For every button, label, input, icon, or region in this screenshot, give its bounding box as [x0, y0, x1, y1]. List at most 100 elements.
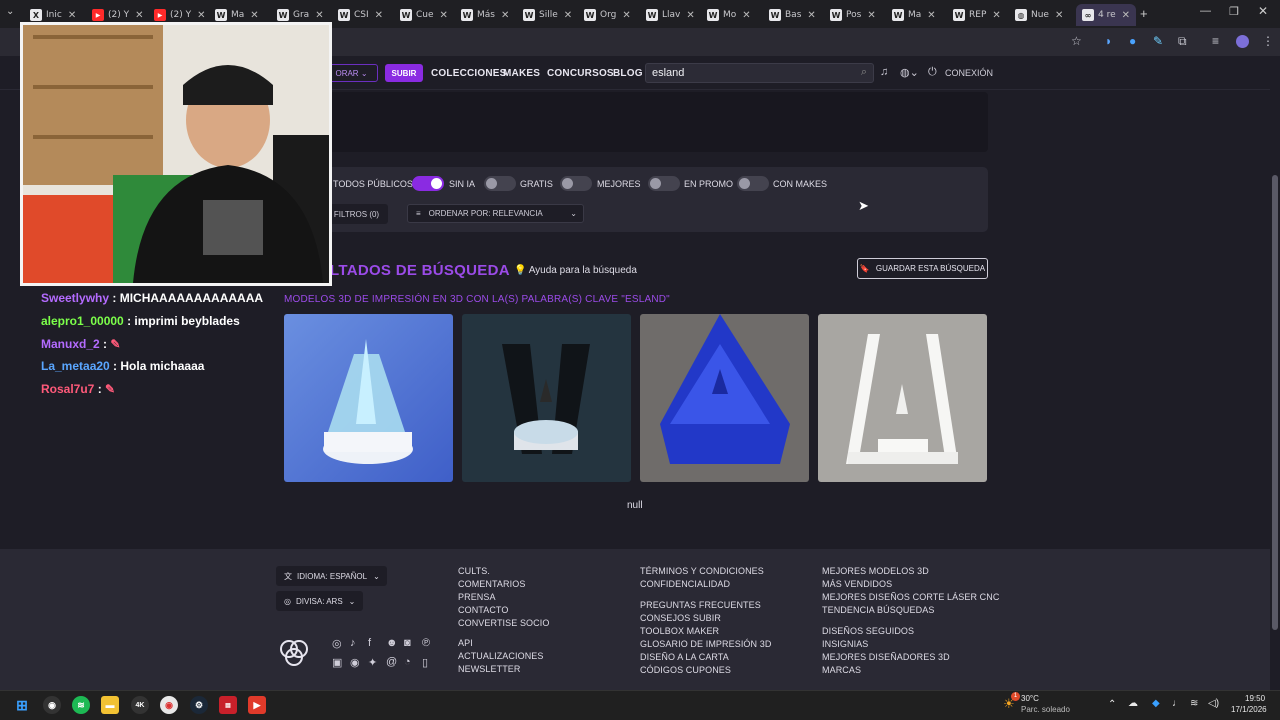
nav-blog[interactable]: BLOG: [613, 68, 643, 79]
toggle-no-ai[interactable]: [412, 176, 444, 191]
search-icon[interactable]: ⌕: [861, 66, 867, 79]
footer-link[interactable]: PRENSA: [458, 592, 496, 602]
close-tab-icon[interactable]: ✕: [250, 10, 258, 21]
browser-tab[interactable]: W Sille ✕: [523, 4, 572, 26]
tray-app-icon[interactable]: ☁: [1128, 698, 1138, 709]
tab-list-chevron-icon[interactable]: ⌄: [6, 6, 14, 17]
footer-link[interactable]: TENDENCIA BÚSQUEDAS: [822, 605, 934, 615]
browser-menu-icon[interactable]: ⋮: [1262, 34, 1274, 48]
result-card[interactable]: [818, 314, 987, 482]
microphone-icon[interactable]: ♩: [1172, 698, 1182, 709]
close-tab-icon[interactable]: ✕: [867, 10, 875, 21]
footer-link[interactable]: CONVERTISE SOCIO: [458, 618, 549, 628]
media-controls-icon[interactable]: ≡: [1212, 34, 1219, 48]
discord-icon[interactable]: ◙: [404, 637, 411, 649]
clock-date[interactable]: 17/1/2026: [1231, 705, 1267, 714]
result-card[interactable]: [640, 314, 809, 482]
footer-link[interactable]: CÓDIGOS CUPONES: [640, 665, 731, 675]
footer-link[interactable]: MÁS VENDIDOS: [822, 579, 892, 589]
app-icon[interactable]: ▤: [219, 696, 237, 714]
clock-time[interactable]: 19:50: [1245, 694, 1265, 703]
close-tab-icon[interactable]: ✕: [927, 10, 935, 21]
browser-tab[interactable]: W Más ✕: [461, 4, 509, 26]
minimize-button[interactable]: —: [1200, 5, 1211, 17]
footer-link[interactable]: MEJORES DISEÑADORES 3D: [822, 652, 950, 662]
browser-tab[interactable]: W Mo ✕: [707, 4, 751, 26]
login-link[interactable]: CONEXIÓN: [945, 68, 993, 78]
footer-link[interactable]: API: [458, 638, 473, 648]
bookmark-star-icon[interactable]: ☆: [1071, 34, 1082, 48]
close-tab-icon[interactable]: ✕: [1055, 10, 1063, 21]
browser-tab[interactable]: W Pos ✕: [830, 4, 876, 26]
instagram-icon[interactable]: ◎: [332, 637, 342, 650]
close-tab-icon[interactable]: ✕: [742, 10, 750, 21]
browser-tab[interactable]: ◍ Nue ✕: [1015, 4, 1063, 26]
save-search-button[interactable]: 🔖 GUARDAR ESTA BÚSQUEDA: [857, 258, 988, 279]
footer-link[interactable]: TOOLBOX MAKER: [640, 626, 719, 636]
upload-button[interactable]: SUBIR: [385, 64, 423, 82]
filters-button[interactable]: FILTROS (0): [325, 204, 388, 224]
footer-link[interactable]: COMENTARIOS: [458, 579, 525, 589]
puzzle-extensions-icon[interactable]: ⧉: [1178, 34, 1187, 49]
profile-avatar[interactable]: [1236, 35, 1249, 48]
wifi-icon[interactable]: ≋: [1190, 698, 1198, 709]
browser-tab[interactable]: W Bas ✕: [769, 4, 816, 26]
close-tab-icon[interactable]: ✕: [622, 10, 630, 21]
volume-icon[interactable]: ◁): [1208, 698, 1219, 709]
result-card[interactable]: [284, 314, 453, 482]
result-card[interactable]: [462, 314, 631, 482]
close-tab-icon[interactable]: ✕: [135, 10, 143, 21]
language-select[interactable]: 文 IDIOMA: ESPAÑOL ⌄: [276, 566, 387, 586]
spotify-icon[interactable]: ≋: [72, 696, 90, 714]
close-tab-icon[interactable]: ✕: [564, 10, 572, 21]
nav-makes[interactable]: MAKES: [503, 68, 540, 79]
browser-tab[interactable]: W Cue ✕: [400, 4, 448, 26]
search-help-link[interactable]: 💡 Ayuda para la búsqueda: [514, 265, 637, 276]
footer-link[interactable]: MEJORES MODELOS 3D: [822, 566, 929, 576]
browser-tab[interactable]: W REP ✕: [953, 4, 1001, 26]
footer-link[interactable]: CONFIDENCIALIDAD: [640, 579, 730, 589]
explore-button[interactable]: ORAR ⌄: [325, 64, 378, 82]
close-tab-icon[interactable]: ✕: [686, 10, 694, 21]
app-icon[interactable]: ▶: [248, 696, 266, 714]
app-icon[interactable]: ◉: [43, 696, 61, 714]
sort-select[interactable]: ≡ ORDENAR POR: RELEVANCIA ⌄: [407, 204, 584, 223]
toggle-best[interactable]: [560, 176, 592, 191]
footer-link[interactable]: DISEÑO A LA CARTA: [640, 652, 729, 662]
browser-tab[interactable]: W Ma ✕: [892, 4, 936, 26]
maximize-button[interactable]: ❐: [1229, 5, 1239, 18]
toggle-promo[interactable]: [648, 176, 680, 191]
tiktok-icon[interactable]: ♪: [350, 637, 356, 649]
reddit-icon[interactable]: ☻: [386, 637, 398, 649]
close-tab-icon[interactable]: ✕: [375, 10, 383, 21]
pinterest-icon[interactable]: ℗: [422, 637, 430, 649]
close-tab-icon[interactable]: ✕: [68, 10, 76, 21]
footer-link[interactable]: MEJORES DISEÑOS CORTE LÁSER CNC: [822, 592, 999, 602]
windows-start-icon[interactable]: ⊞: [13, 696, 31, 714]
footer-link[interactable]: CULTS.: [458, 566, 490, 576]
extension-icon[interactable]: ◗: [1105, 34, 1112, 48]
linkedin-icon[interactable]: ▣: [332, 656, 342, 669]
close-tab-icon[interactable]: ✕: [197, 10, 205, 21]
browser-tab[interactable]: W Llav ✕: [646, 4, 695, 26]
browser-tab[interactable]: W CSI ✕: [338, 4, 383, 26]
rss-icon[interactable]: ◔: [404, 656, 411, 668]
footer-link[interactable]: INSIGNIAS: [822, 639, 868, 649]
globe-icon[interactable]: ◍⌄: [900, 66, 919, 79]
scrollbar-thumb[interactable]: [1272, 175, 1278, 630]
search-box[interactable]: ⌕: [645, 63, 874, 83]
close-tab-icon[interactable]: ✕: [501, 10, 509, 21]
footer-link[interactable]: CONTACTO: [458, 605, 508, 615]
close-tab-icon[interactable]: ✕: [1122, 10, 1130, 21]
footer-link[interactable]: CONSEJOS SUBIR: [640, 613, 721, 623]
phone-icon[interactable]: ▯: [422, 656, 428, 669]
extension-icon[interactable]: ●: [1129, 34, 1136, 48]
search-input[interactable]: [652, 67, 852, 79]
chrome-icon[interactable]: ◉: [160, 696, 178, 714]
nav-contests[interactable]: CONCURSOS: [547, 68, 614, 79]
close-window-button[interactable]: ✕: [1258, 4, 1268, 18]
tray-expand-icon[interactable]: ⌃: [1108, 699, 1116, 710]
footer-link[interactable]: GLOSARIO DE IMPRESIÓN 3D: [640, 639, 771, 649]
tray-app-icon[interactable]: ◆: [1152, 698, 1160, 709]
close-tab-icon[interactable]: ✕: [992, 10, 1000, 21]
